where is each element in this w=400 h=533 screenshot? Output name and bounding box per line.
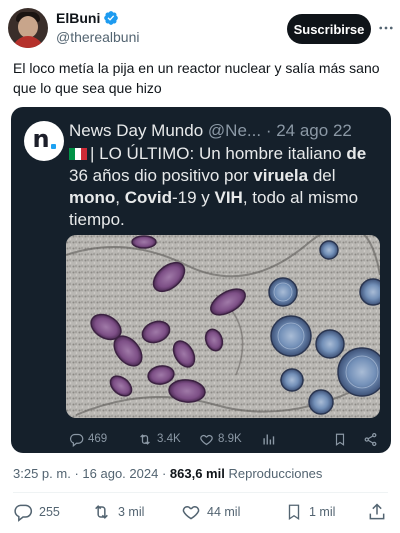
virus-micrograph-image[interactable] — [66, 235, 380, 418]
quoted-post[interactable]: n News Day Mundo @Ne... · 24 ago 22 | LO… — [11, 107, 391, 453]
avatar[interactable] — [8, 8, 48, 48]
reply-icon — [69, 433, 84, 447]
quoted-text-bold: Covid — [124, 188, 172, 207]
action-bar: 255 3 mil 44 mil 1 mil — [13, 502, 388, 524]
quoted-share-action[interactable] — [363, 432, 378, 447]
bookmark-icon — [288, 504, 300, 521]
tweet-header: ElBuni @therealbuni Suscribirse — [8, 8, 393, 48]
tweet-text: El loco metía la pija en un reactor nucl… — [13, 60, 380, 96]
retweet-icon — [95, 505, 108, 519]
retweet-icon — [140, 433, 150, 445]
more-options-icon[interactable] — [376, 16, 396, 40]
retweet-count: 3 mil — [118, 505, 145, 519]
quoted-header: News Day Mundo @Ne... · 24 ago 22 — [69, 121, 352, 141]
share-button[interactable] — [367, 502, 387, 522]
heart-icon — [200, 434, 213, 445]
quoted-text-part: -19 y — [171, 188, 215, 207]
bookmark-icon — [335, 433, 345, 446]
quoted-bookmark-action[interactable] — [333, 432, 347, 447]
retweet-button[interactable]: 3 mil — [91, 502, 144, 522]
like-count: 44 mil — [207, 505, 241, 519]
quoted-views-action[interactable] — [261, 432, 276, 447]
bookmark-count: 1 mil — [309, 505, 336, 519]
logo-letter: n — [32, 125, 50, 153]
logo-dot — [50, 143, 56, 149]
quoted-text-bold: mono — [69, 188, 116, 207]
view-count: 863,6 mil — [169, 466, 225, 481]
verified-badge-icon — [104, 11, 119, 25]
author-name-row[interactable]: ElBuni — [56, 10, 119, 26]
post-timestamp: 3:25 p. m. · 16 ago. 2024 · 863,6 mil Re… — [13, 466, 322, 481]
views-label: Reproducciones — [228, 466, 323, 481]
quoted-reply-count: 469 — [88, 433, 108, 445]
timestamp-separator: · — [74, 466, 79, 481]
quoted-separator: · — [265, 121, 272, 140]
author-handle[interactable]: @therealbuni — [56, 29, 140, 45]
timestamp-separator: · — [161, 466, 167, 481]
heart-icon — [182, 506, 200, 520]
quoted-account-name[interactable]: News Day Mundo — [69, 121, 203, 140]
quoted-actions: 469 3.4K 8.9K — [69, 429, 381, 449]
reply-count: 255 — [39, 505, 60, 519]
quoted-text-part: 36 años dio positivo por — [69, 166, 254, 185]
divider — [13, 492, 388, 493]
reply-button[interactable]: 255 — [13, 502, 60, 522]
quoted-handle[interactable]: @Ne... — [208, 121, 261, 140]
analytics-icon — [263, 434, 275, 444]
italy-flag-icon — [69, 148, 87, 160]
quoted-retweet-action[interactable]: 3.4K — [137, 432, 181, 447]
bookmark-button[interactable]: 1 mil — [285, 502, 335, 522]
quoted-text-bold: de — [346, 144, 367, 163]
share-icon — [364, 432, 377, 446]
quoted-like-action[interactable]: 8.9K — [199, 432, 242, 447]
avatar-shirt — [12, 36, 44, 48]
quoted-like-count: 8.9K — [218, 433, 242, 445]
quoted-text-bold: viruela — [253, 166, 309, 185]
subscribe-button[interactable]: Suscribirse — [287, 14, 371, 44]
quoted-reply-action[interactable]: 469 — [69, 432, 107, 447]
quoted-text-bold: VIH — [214, 188, 243, 207]
post-date[interactable]: 16 ago. 2024 — [82, 466, 158, 481]
quoted-retweet-count: 3.4K — [157, 433, 181, 445]
quoted-text-part: del — [308, 166, 336, 185]
like-button[interactable]: 44 mil — [181, 502, 240, 522]
share-upload-icon — [369, 503, 385, 520]
quoted-text: | LO ÚLTIMO: Un hombre italiano de 36 añ… — [69, 143, 381, 231]
quoted-date[interactable]: 24 ago 22 — [276, 121, 352, 140]
quoted-text-part: , — [115, 188, 125, 207]
news-day-mundo-logo[interactable]: n — [24, 121, 64, 161]
avatar-face — [18, 16, 38, 38]
reply-icon — [14, 504, 33, 522]
author-name[interactable]: ElBuni — [56, 10, 100, 26]
post-time[interactable]: 3:25 p. m. — [13, 466, 71, 481]
quoted-text-part: | LO ÚLTIMO: Un hombre italiano — [90, 144, 347, 163]
